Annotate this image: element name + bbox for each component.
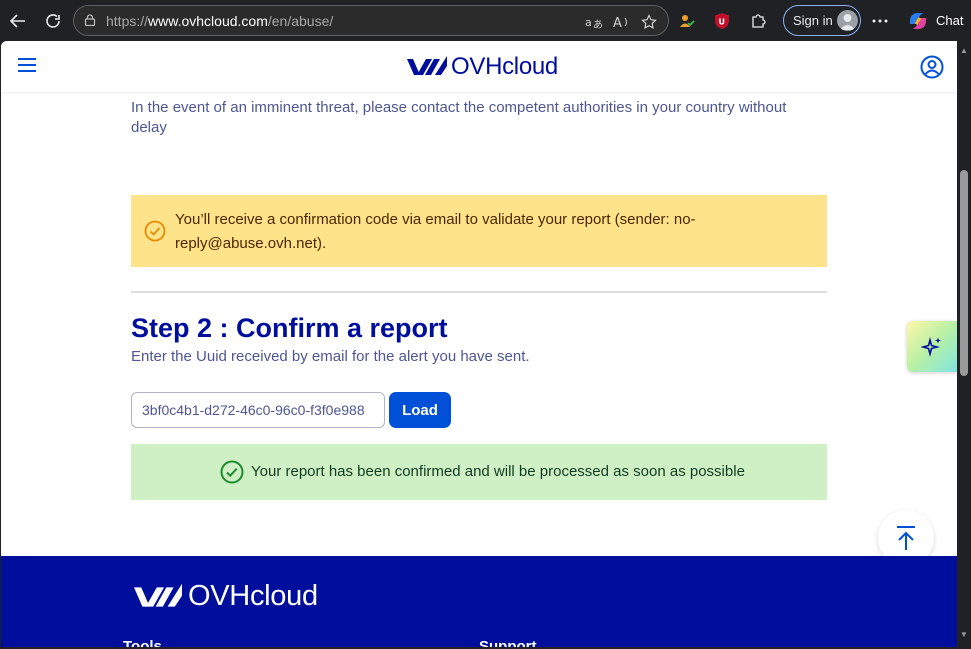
url-text[interactable]: https://www.ovhcloud.com/en/abuse/ xyxy=(106,13,333,29)
sign-in-label: Sign in xyxy=(793,13,833,28)
url-prefix: https:// xyxy=(106,13,149,29)
ovh-logo-mark-footer-icon xyxy=(134,583,182,607)
ai-assistant-button[interactable] xyxy=(907,321,957,372)
svg-text:あ: あ xyxy=(593,19,603,30)
svg-text:a: a xyxy=(585,16,592,29)
sign-in-button[interactable]: Sign in xyxy=(783,5,861,36)
web-page: OVHcloud In the event of an imminent thr… xyxy=(1,41,957,647)
footer-logo[interactable]: OVHcloud xyxy=(134,580,318,613)
arrow-up-icon xyxy=(897,526,915,550)
lock-icon[interactable] xyxy=(84,14,96,26)
site-footer: OVHcloud Tools Support xyxy=(1,556,957,647)
copilot-icon[interactable] xyxy=(907,10,929,32)
address-bar[interactable]: https://www.ovhcloud.com/en/abuse/ aあ A xyxy=(73,5,669,36)
uuid-input[interactable] xyxy=(131,392,385,428)
threat-notice: In the event of an imminent threat, plea… xyxy=(131,99,787,136)
step-subtitle: Enter the Uuid received by email for the… xyxy=(131,348,530,365)
svg-text:U: U xyxy=(719,18,726,27)
confirmation-warning-box: You’ll receive a confirmation code via e… xyxy=(131,195,827,267)
section-divider xyxy=(131,291,827,293)
user-account-icon[interactable] xyxy=(920,55,944,79)
logo-text: OVHcloud xyxy=(451,53,558,80)
reload-icon[interactable] xyxy=(40,8,66,34)
scroll-up-icon[interactable]: ▲ xyxy=(960,47,968,55)
check-circle-success-icon xyxy=(220,460,244,484)
url-host: www.ovhcloud.com xyxy=(148,13,268,29)
ublock-icon[interactable]: U xyxy=(711,10,733,32)
step-title: Step 2 : Confirm a report xyxy=(131,313,448,343)
chat-label[interactable]: Chat xyxy=(936,13,963,28)
load-button[interactable]: Load xyxy=(389,392,451,428)
ovhcloud-logo[interactable]: OVHcloud xyxy=(407,53,558,80)
menu-icon[interactable] xyxy=(18,58,36,72)
sparkle-icon xyxy=(921,336,941,358)
scroll-down-icon[interactable]: ▼ xyxy=(960,631,968,639)
back-icon[interactable] xyxy=(5,8,31,34)
browser-toolbar: https://www.ovhcloud.com/en/abuse/ aあ A … xyxy=(0,0,971,41)
footer-heading-support: Support xyxy=(479,638,537,647)
success-text: Your report has been confirmed and will … xyxy=(251,463,745,480)
ovh-logo-mark-icon xyxy=(407,56,447,75)
avatar-icon xyxy=(837,10,858,31)
extensions-icon[interactable] xyxy=(747,10,769,32)
site-header: OVHcloud xyxy=(1,41,957,92)
footer-logo-text: OVHcloud xyxy=(188,580,318,612)
page-scrollbar[interactable]: ▲ ▼ xyxy=(957,41,971,647)
url-path: /en/abuse/ xyxy=(267,13,334,29)
read-aloud-icon[interactable]: A xyxy=(612,12,632,32)
footer-heading-tools: Tools xyxy=(123,638,162,647)
profile-extension-icon[interactable] xyxy=(675,10,697,32)
check-circle-warning-icon xyxy=(144,220,166,242)
more-options-icon[interactable] xyxy=(869,10,891,32)
favorite-star-icon[interactable] xyxy=(639,12,659,32)
translate-icon[interactable]: aあ xyxy=(584,12,604,32)
svg-text:A: A xyxy=(613,16,622,30)
scroll-thumb[interactable] xyxy=(960,170,968,376)
success-message-box: Your report has been confirmed and will … xyxy=(131,444,827,500)
warning-text: You’ll receive a confirmation code via e… xyxy=(175,211,696,252)
